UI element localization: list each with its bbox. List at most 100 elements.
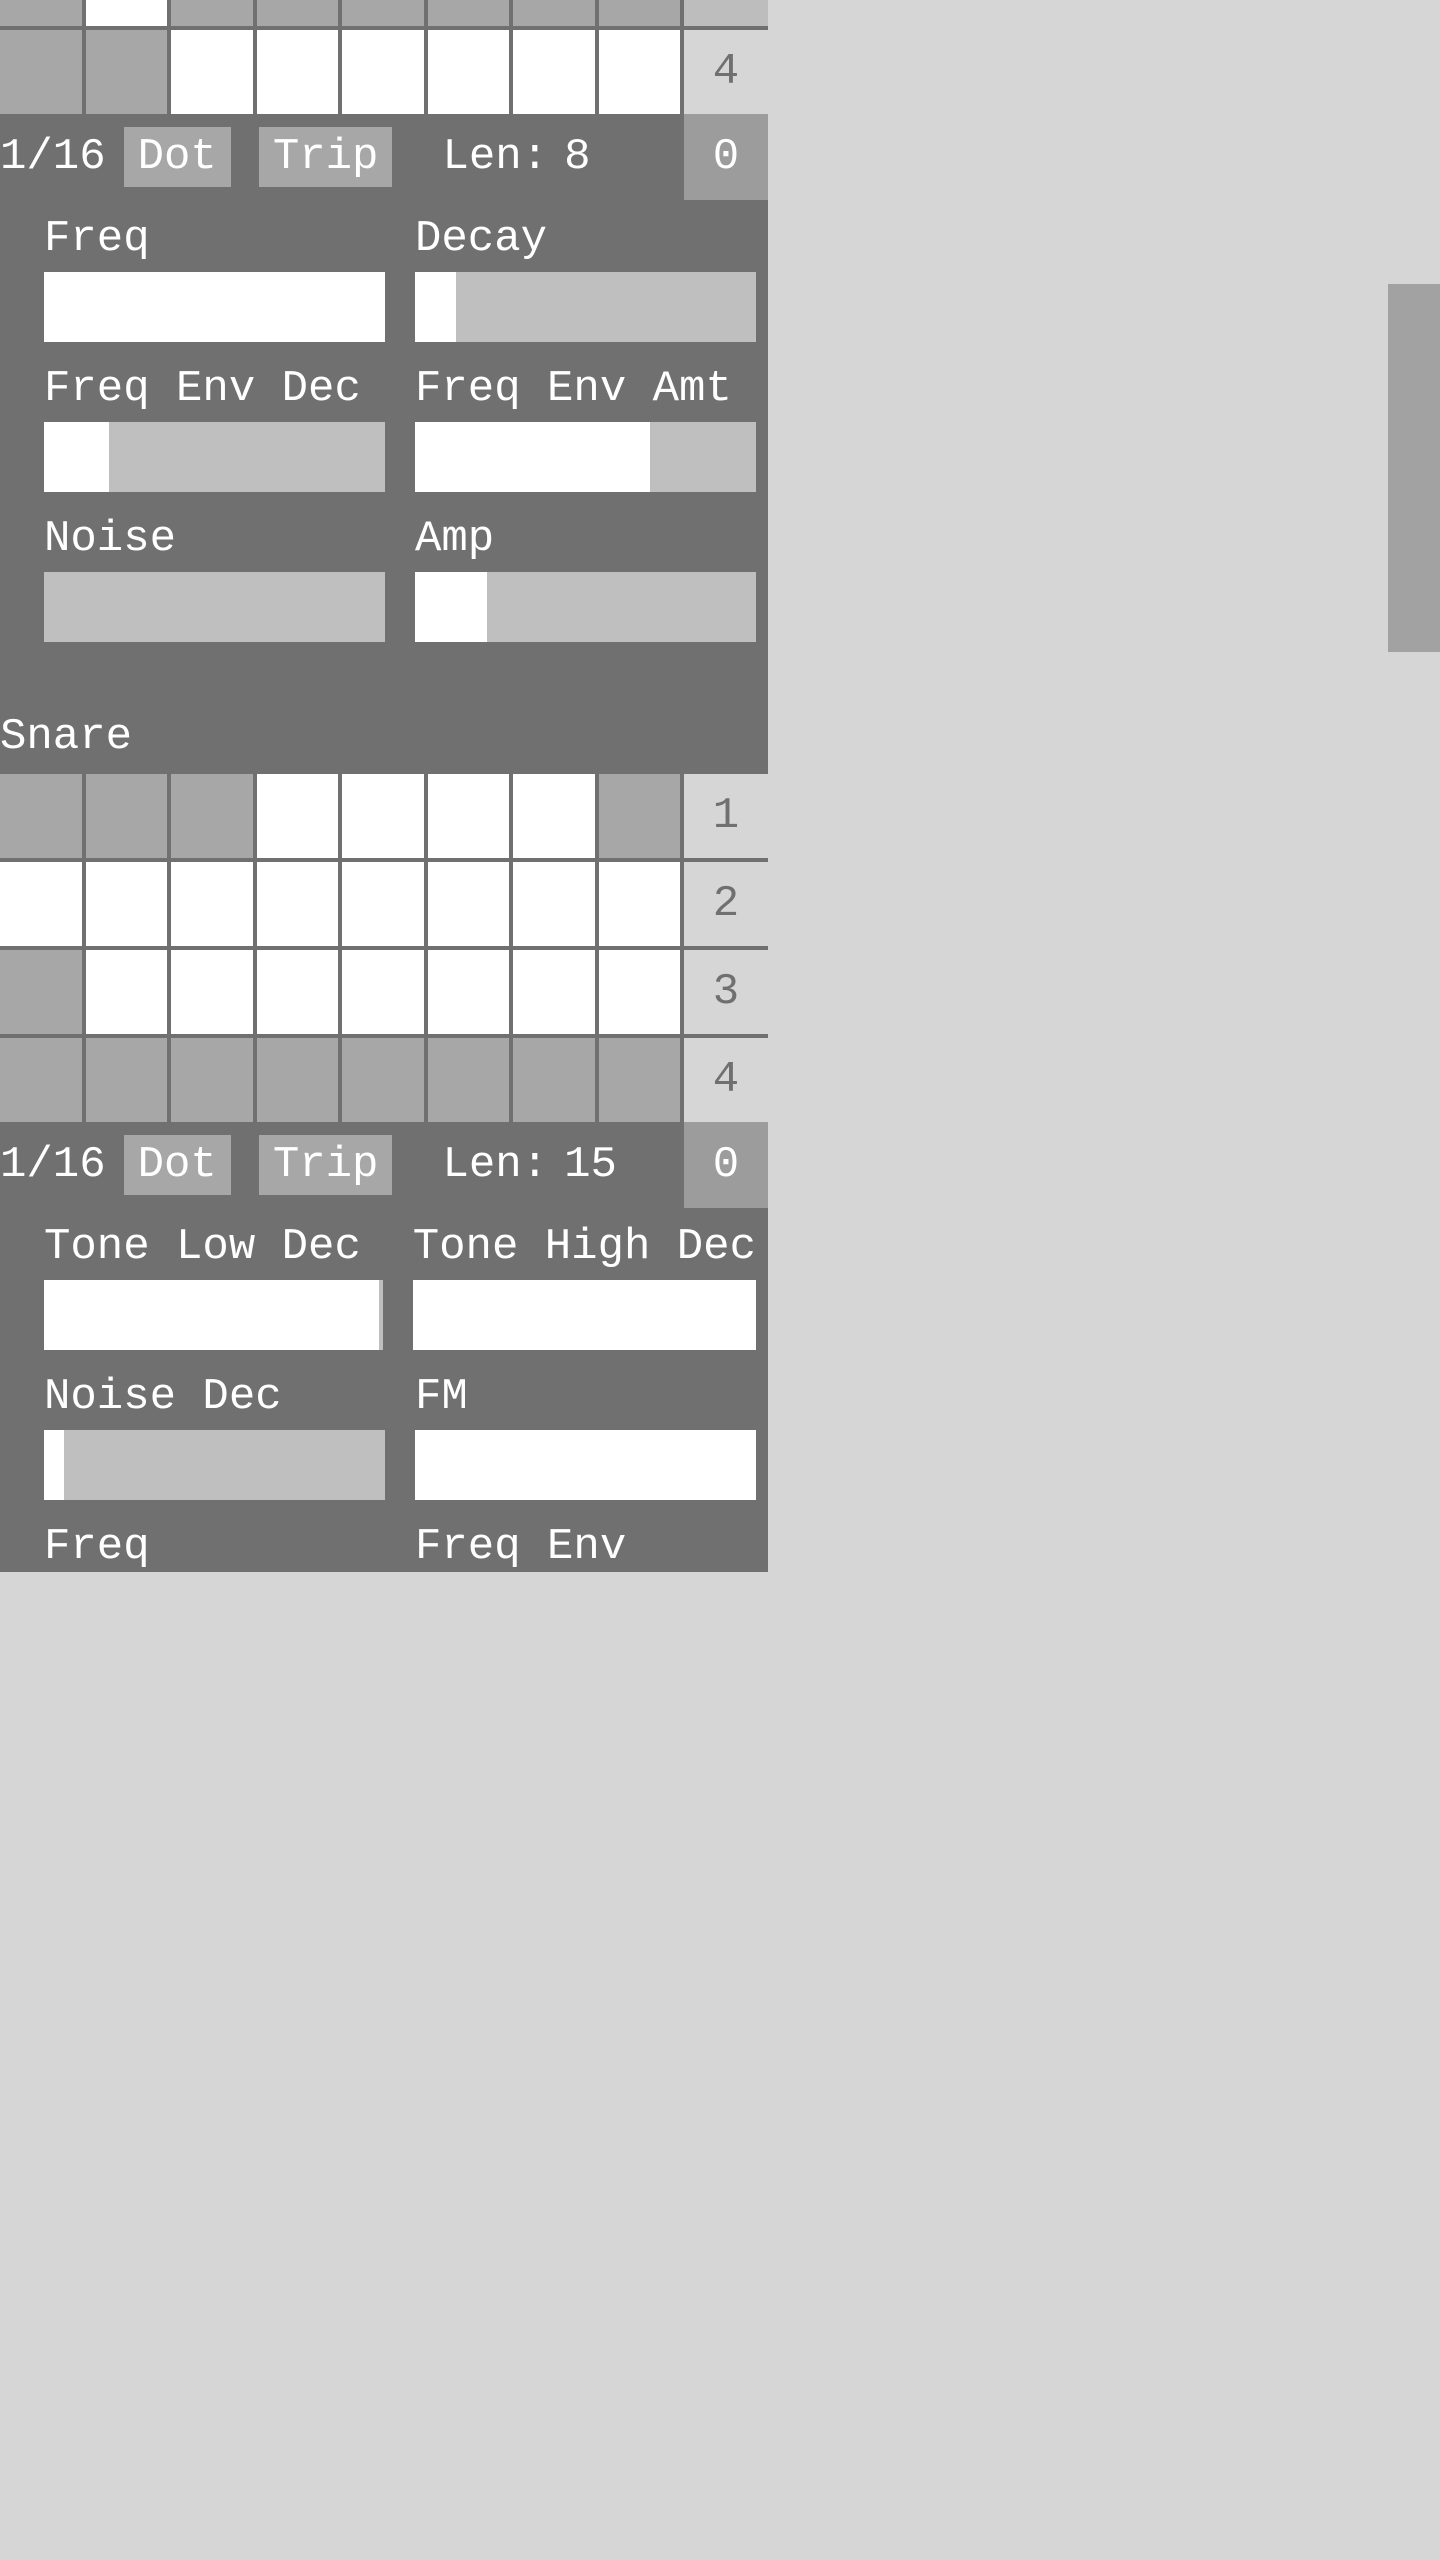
snare-row-number[interactable]: 2 — [684, 862, 768, 946]
snare-step[interactable] — [0, 774, 82, 858]
snare-step[interactable] — [599, 774, 681, 858]
kick-freq-slider[interactable] — [44, 272, 385, 342]
snare-step[interactable] — [428, 774, 510, 858]
kick-params: Freq Decay Freq Env Dec Freq Env Amt Noi… — [0, 200, 768, 682]
snare-fm-slider[interactable] — [415, 1430, 756, 1500]
snare-row: 4 — [0, 1038, 768, 1122]
snare-step[interactable] — [257, 862, 339, 946]
snare-step[interactable] — [0, 862, 82, 946]
kick-step[interactable] — [171, 0, 253, 26]
snare-step[interactable] — [599, 950, 681, 1034]
snare-step[interactable] — [86, 774, 168, 858]
snare-grid: 1 2 3 — [0, 774, 768, 1122]
snare-noisedec-label: Noise Dec — [44, 1372, 385, 1422]
kick-rate-label[interactable]: 1/16 — [0, 132, 124, 182]
snare-step[interactable] — [0, 950, 82, 1034]
snare-step[interactable] — [513, 862, 595, 946]
snare-step[interactable] — [599, 862, 681, 946]
kick-offset-value[interactable]: 0 — [684, 114, 768, 200]
snare-step[interactable] — [342, 774, 424, 858]
snare-step[interactable] — [86, 1038, 168, 1122]
snare-trip-button[interactable]: Trip — [259, 1135, 393, 1195]
kick-trip-button[interactable]: Trip — [259, 127, 393, 187]
kick-step[interactable] — [257, 0, 339, 26]
snare-step[interactable] — [86, 862, 168, 946]
kick-step[interactable] — [342, 0, 424, 26]
snare-step[interactable] — [342, 1038, 424, 1122]
snare-tonehigh-slider[interactable] — [413, 1280, 756, 1350]
kick-row-number — [684, 0, 768, 26]
kick-step[interactable] — [513, 30, 595, 114]
kick-row: 4 — [0, 30, 768, 114]
kick-noise-label: Noise — [44, 514, 385, 564]
snare-step[interactable] — [171, 774, 253, 858]
row-number-label: 2 — [713, 879, 739, 929]
kick-step[interactable] — [599, 30, 681, 114]
snare-fm-label: FM — [415, 1372, 756, 1422]
snare-step[interactable] — [0, 1038, 82, 1122]
kick-length-value[interactable]: 8 — [564, 132, 590, 182]
kick-step[interactable] — [342, 30, 424, 114]
snare-row-number[interactable]: 3 — [684, 950, 768, 1034]
kick-step[interactable] — [428, 30, 510, 114]
snare-step[interactable] — [513, 1038, 595, 1122]
snare-step[interactable] — [257, 950, 339, 1034]
kick-decay-slider[interactable] — [415, 272, 756, 342]
kick-step[interactable] — [171, 30, 253, 114]
kick-freq-label: Freq — [44, 214, 385, 264]
kick-step[interactable] — [599, 0, 681, 26]
snare-step[interactable] — [428, 950, 510, 1034]
row-number-label: 3 — [713, 967, 739, 1017]
kick-fenvamt-slider[interactable] — [415, 422, 756, 492]
snare-step[interactable] — [513, 774, 595, 858]
snare-step[interactable] — [257, 1038, 339, 1122]
kick-step[interactable] — [86, 30, 168, 114]
snare-rate-label[interactable]: 1/16 — [0, 1140, 124, 1190]
kick-step[interactable] — [0, 0, 82, 26]
kick-length-prefix: Len: — [442, 132, 548, 182]
snare-row-number[interactable]: 4 — [684, 1038, 768, 1122]
snare-length-prefix: Len: — [442, 1140, 548, 1190]
kick-control-row: 1/16 Dot Trip Len: 8 0 — [0, 114, 768, 200]
snare-row: 3 — [0, 950, 768, 1034]
kick-fenvamt-label: Freq Env Amt — [415, 364, 756, 414]
vertical-scrollbar[interactable] — [1388, 0, 1440, 2560]
snare-row-number[interactable]: 1 — [684, 774, 768, 858]
snare-step[interactable] — [599, 1038, 681, 1122]
kick-grid-tail: 4 — [0, 0, 768, 114]
snare-step[interactable] — [171, 862, 253, 946]
kick-fenvdec-slider[interactable] — [44, 422, 385, 492]
snare-step[interactable] — [171, 950, 253, 1034]
kick-step[interactable] — [86, 0, 168, 26]
snare-step[interactable] — [171, 1038, 253, 1122]
kick-step[interactable] — [513, 0, 595, 26]
snare-step[interactable] — [86, 950, 168, 1034]
snare-freqenv-label: Freq Env — [415, 1522, 756, 1572]
snare-length-value[interactable]: 15 — [564, 1140, 617, 1190]
snare-step[interactable] — [342, 950, 424, 1034]
row-number-label: 4 — [713, 1055, 739, 1105]
snare-row: 2 — [0, 862, 768, 946]
scrollbar-thumb[interactable] — [1388, 284, 1440, 652]
snare-step[interactable] — [257, 774, 339, 858]
snare-control-row: 1/16 Dot Trip Len: 15 0 — [0, 1122, 768, 1208]
kick-step[interactable] — [428, 0, 510, 26]
snare-freq-label: Freq — [44, 1522, 385, 1572]
snare-step[interactable] — [428, 862, 510, 946]
snare-step[interactable] — [428, 1038, 510, 1122]
snare-step[interactable] — [513, 950, 595, 1034]
snare-offset-value[interactable]: 0 — [684, 1122, 768, 1208]
snare-dot-button[interactable]: Dot — [124, 1135, 231, 1195]
snare-step[interactable] — [342, 862, 424, 946]
snare-noisedec-slider[interactable] — [44, 1430, 385, 1500]
kick-amp-slider[interactable] — [415, 572, 756, 642]
snare-tonelow-slider[interactable] — [44, 1280, 383, 1350]
snare-row: 1 — [0, 774, 768, 858]
snare-tonehigh-label: Tone High Dec — [413, 1222, 756, 1272]
kick-step[interactable] — [257, 30, 339, 114]
kick-row-number[interactable]: 4 — [684, 30, 768, 114]
snare-tonelow-label: Tone Low Dec — [44, 1222, 383, 1272]
kick-noise-slider[interactable] — [44, 572, 385, 642]
kick-dot-button[interactable]: Dot — [124, 127, 231, 187]
kick-step[interactable] — [0, 30, 82, 114]
